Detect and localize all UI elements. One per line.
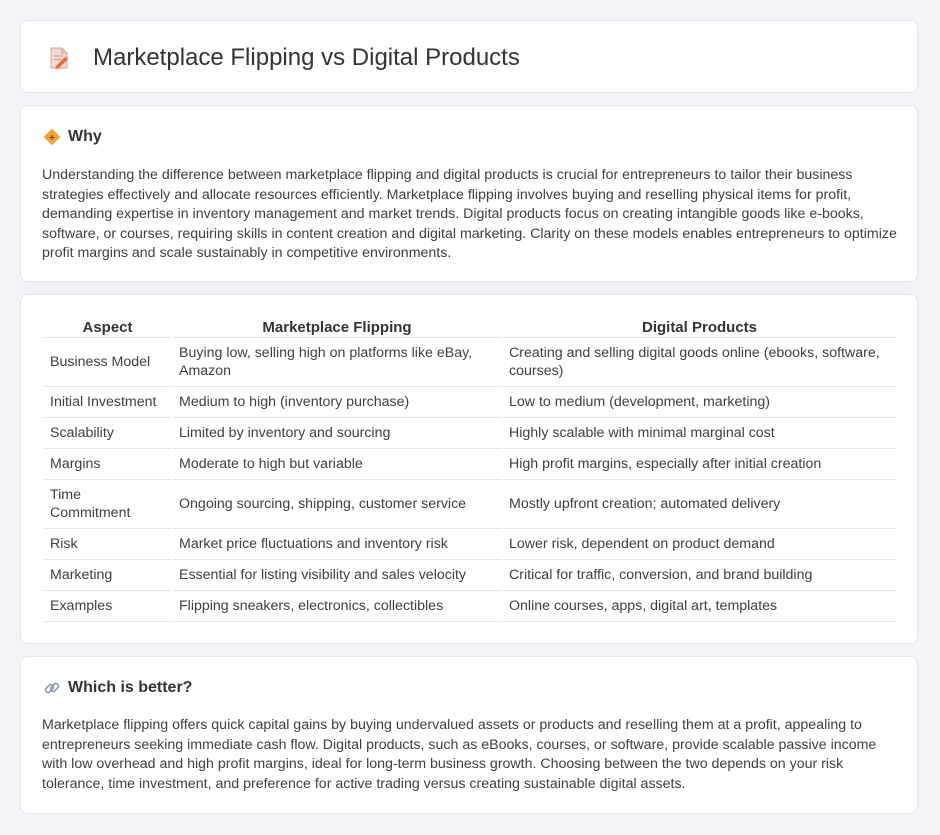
table-row: Marketing Essential for listing visibili… (44, 560, 896, 591)
why-section: + Why Understanding the difference betwe… (20, 105, 918, 282)
why-text: Understanding the difference between mar… (42, 167, 897, 262)
better-heading-row: Which is better? (43, 678, 192, 698)
table-row: Margins Moderate to high but variable Hi… (44, 449, 896, 480)
table-cell: Market price fluctuations and inventory … (173, 529, 501, 560)
table-cell: Margins (44, 449, 171, 480)
document-pencil-icon (50, 47, 69, 70)
why-heading-row: + Why (43, 127, 102, 147)
title-card: Marketplace Flipping vs Digital Products (20, 20, 918, 93)
table-cell: Medium to high (inventory purchase) (173, 387, 501, 418)
table-row: Scalability Limited by inventory and sou… (44, 418, 896, 449)
table-cell: Scalability (44, 418, 171, 449)
table-cell: Essential for listing visibility and sal… (173, 560, 501, 591)
page-title: Marketplace Flipping vs Digital Products (93, 44, 520, 71)
table-cell: Creating and selling digital goods onlin… (503, 338, 896, 387)
table-cell: Marketing (44, 560, 171, 591)
table-cell: Business Model (44, 338, 171, 387)
table-cell: Ongoing sourcing, shipping, customer ser… (173, 480, 501, 529)
table-cell: Mostly upfront creation; automated deliv… (503, 480, 896, 529)
column-header: Digital Products (503, 317, 896, 338)
table-cell: Flipping sneakers, electronics, collecti… (173, 591, 501, 622)
table-cell: Examples (44, 591, 171, 622)
table-cell: Online courses, apps, digital art, templ… (503, 591, 896, 622)
table-cell: Lower risk, dependent on product demand (503, 529, 896, 560)
why-heading: Why (68, 128, 102, 145)
table-cell: High profit margins, especially after in… (503, 449, 896, 480)
table-cell: Critical for traffic, conversion, and br… (503, 560, 896, 591)
table-row: Initial Investment Medium to high (inven… (44, 387, 896, 418)
better-heading: Which is better? (68, 679, 193, 696)
comparison-table: Aspect Marketplace Flipping Digital Prod… (42, 317, 898, 622)
table-cell: Buying low, selling high on platforms li… (173, 338, 501, 387)
table-row: Business Model Buying low, selling high … (44, 338, 896, 387)
table-cell: Risk (44, 529, 171, 560)
column-header: Aspect (44, 317, 171, 338)
table-cell: Initial Investment (44, 387, 171, 418)
table-cell: Limited by inventory and sourcing (173, 418, 501, 449)
table-cell: Moderate to high but variable (173, 449, 501, 480)
table-cell: Time Commitment (44, 480, 171, 529)
which-is-better-section: Which is better? Marketplace flipping of… (20, 656, 918, 814)
comparison-section: Aspect Marketplace Flipping Digital Prod… (20, 294, 918, 644)
svg-text:+: + (49, 133, 56, 142)
table-row: Time Commitment Ongoing sourcing, shippi… (44, 480, 896, 529)
diamond-sign-icon: + (44, 129, 60, 145)
better-text: Marketplace flipping offers quick capita… (42, 717, 877, 792)
table-row: Examples Flipping sneakers, electronics,… (44, 591, 896, 622)
table-row: Risk Market price fluctuations and inven… (44, 529, 896, 560)
link-icon (44, 682, 60, 694)
table-cell: Low to medium (development, marketing) (503, 387, 896, 418)
column-header: Marketplace Flipping (173, 317, 501, 338)
table-cell: Highly scalable with minimal marginal co… (503, 418, 896, 449)
